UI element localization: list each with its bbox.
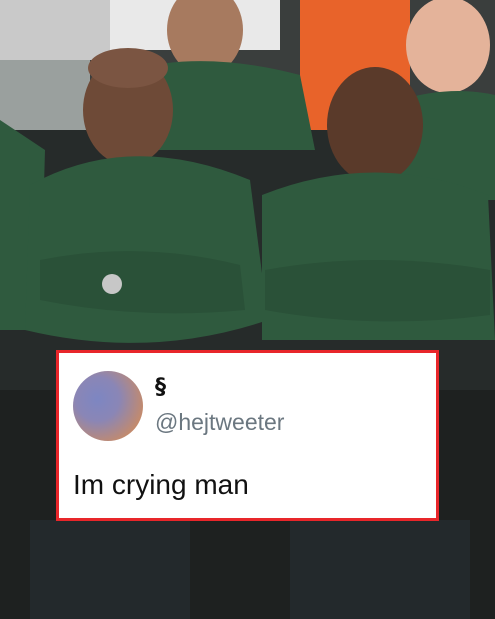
display-name: § <box>155 375 166 400</box>
user-handle: @hejtweeter <box>155 409 285 435</box>
tweet-text: Im crying man <box>73 469 249 500</box>
background-photo <box>0 0 495 619</box>
tweet-card: § @hejtweeter Im crying man <box>56 350 439 521</box>
avatar <box>73 371 143 441</box>
